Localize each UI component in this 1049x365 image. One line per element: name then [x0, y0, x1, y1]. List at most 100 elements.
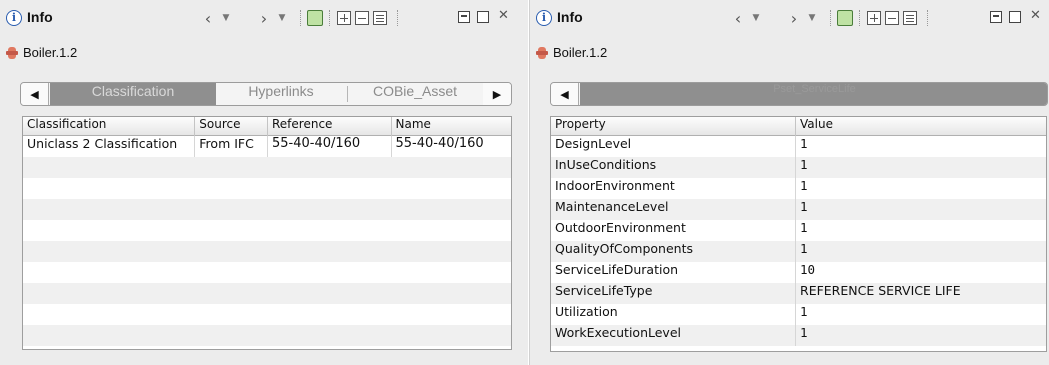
empty-row — [23, 283, 511, 304]
property-value: 1 — [800, 199, 808, 214]
breadcrumb: Boiler.1.2 — [536, 45, 607, 60]
info-panel-right: i Info ‹ ▼ › ▼ ✕ Boiler.1.2 ◀ Pset_Servi… — [530, 0, 1049, 365]
info-views: i Info ‹ ▼ › ▼ ✕ Boiler.1.2 ◀ Classifica… — [0, 0, 1049, 365]
table-row[interactable]: DesignLevel 1 — [551, 136, 1046, 157]
link-with-selection-icon[interactable] — [307, 10, 323, 26]
forward-dropdown-icon[interactable]: ▼ — [806, 8, 818, 28]
empty-row — [23, 262, 511, 283]
property-value: 1 — [800, 304, 808, 319]
panel-titlebar: i Info ‹ ▼ › ▼ ✕ — [0, 0, 528, 36]
property-value: REFERENCE SERVICE LIFE — [800, 283, 961, 298]
list-view-icon[interactable] — [373, 11, 387, 25]
tab-scroll-left-button[interactable]: ◀ — [21, 83, 49, 105]
property-name: OutdoorEnvironment — [551, 220, 797, 241]
table-row[interactable]: Uniclass 2 Classification From IFC 55-40… — [23, 136, 511, 157]
table-row[interactable]: MaintenanceLevel 1 — [551, 199, 1046, 220]
empty-row — [23, 325, 511, 346]
close-icon[interactable]: ✕ — [498, 8, 509, 23]
panel-title: Info — [27, 9, 53, 25]
table-cell: From IFC — [195, 136, 268, 157]
property-name: Utilization — [551, 304, 797, 325]
table-row[interactable]: InUseConditions 1 — [551, 157, 1046, 178]
tab-pset-servicelife[interactable]: Pset_ServiceLife — [580, 83, 1047, 105]
toolbar-separator — [859, 10, 860, 26]
property-name: ServiceLifeDuration — [551, 262, 797, 283]
toolbar-separator — [300, 10, 301, 26]
tab-bar: ◀ Classification Hyperlinks COBie_Asset … — [20, 82, 512, 106]
column-header[interactable]: Reference — [268, 117, 392, 136]
table-body: DesignLevel 1 InUseConditions 1 IndoorEnvi… — [551, 136, 1046, 346]
property-name: ServiceLifeType — [551, 283, 797, 304]
tab-bar: ◀ Pset_ServiceLife — [550, 82, 1048, 106]
table-row[interactable]: Utilization 1 — [551, 304, 1046, 325]
property-name: WorkExecutionLevel — [551, 325, 797, 346]
property-name: InUseConditions — [551, 157, 797, 178]
column-header[interactable]: Value — [796, 117, 1046, 136]
maximize-icon[interactable] — [1009, 11, 1021, 23]
info-panel-left: i Info ‹ ▼ › ▼ ✕ Boiler.1.2 ◀ Classifica… — [0, 0, 528, 365]
expand-all-icon[interactable] — [867, 11, 881, 25]
panel-titlebar: i Info ‹ ▼ › ▼ ✕ — [530, 0, 1049, 36]
empty-row — [23, 304, 511, 325]
info-icon: i — [6, 10, 22, 26]
tab-scroll-right-button[interactable]: ▶ — [483, 83, 511, 105]
chevron-right-icon[interactable]: › — [256, 8, 272, 28]
classification-table: Classification Source Reference Name Uni… — [22, 116, 512, 350]
list-view-icon[interactable] — [903, 11, 917, 25]
info-icon: i — [536, 10, 552, 26]
table-cell: 55-40-40/160 — [268, 136, 392, 157]
close-icon[interactable]: ✕ — [1030, 8, 1041, 23]
toolbar-separator — [329, 10, 330, 26]
table-row[interactable]: ServiceLifeDuration 10 — [551, 262, 1046, 283]
table-cell: 55-40-40/160 — [395, 136, 484, 151]
minimize-icon[interactable] — [458, 11, 470, 23]
tab-hyperlinks[interactable]: Hyperlinks — [216, 83, 346, 105]
table-cell: Uniclass 2 Classification — [23, 136, 196, 157]
property-value: 1 — [800, 178, 808, 193]
back-dropdown-icon[interactable]: ▼ — [220, 8, 232, 28]
forward-dropdown-icon[interactable]: ▼ — [276, 8, 288, 28]
empty-row — [23, 178, 511, 199]
chevron-left-icon[interactable]: ‹ — [730, 8, 746, 28]
property-value: 1 — [800, 241, 808, 256]
empty-row — [23, 199, 511, 220]
property-value: 1 — [800, 220, 808, 235]
column-header[interactable]: Name — [392, 117, 512, 136]
breadcrumb-label: Boiler.1.2 — [23, 45, 78, 60]
property-name: QualityOfComponents — [551, 241, 797, 262]
collapse-all-icon[interactable] — [885, 11, 899, 25]
column-header[interactable]: Source — [195, 117, 268, 136]
table-row[interactable]: WorkExecutionLevel 1 — [551, 325, 1046, 346]
expand-all-icon[interactable] — [337, 11, 351, 25]
property-table: Property Value DesignLevel 1 InUseConditi… — [550, 116, 1047, 352]
table-body: Uniclass 2 Classification From IFC 55-40… — [23, 136, 511, 346]
chevron-right-icon[interactable]: › — [786, 8, 802, 28]
collapse-all-icon[interactable] — [355, 11, 369, 25]
empty-row — [23, 157, 511, 178]
empty-row — [23, 241, 511, 262]
toolbar-separator — [397, 10, 398, 26]
tab-classification[interactable]: Classification — [50, 83, 216, 105]
boiler-icon — [536, 46, 548, 59]
link-with-selection-icon[interactable] — [837, 10, 853, 26]
table-row[interactable]: ServiceLifeType REFERENCE SERVICE LIFE — [551, 283, 1046, 304]
property-value: 1 — [800, 325, 808, 340]
table-row[interactable]: QualityOfComponents 1 — [551, 241, 1046, 262]
table-row[interactable]: IndoorEnvironment 1 — [551, 178, 1046, 199]
table-header: Property Value — [551, 117, 1046, 136]
panel-title: Info — [557, 9, 583, 25]
chevron-left-icon[interactable]: ‹ — [200, 8, 216, 28]
minimize-icon[interactable] — [990, 11, 1002, 23]
property-name: MaintenanceLevel — [551, 199, 797, 220]
tab-scroll-left-button[interactable]: ◀ — [551, 83, 579, 105]
tab-cobie-asset[interactable]: COBie_Asset — [348, 83, 482, 105]
column-header[interactable]: Property — [551, 117, 797, 136]
table-row[interactable]: OutdoorEnvironment 1 — [551, 220, 1046, 241]
breadcrumb: Boiler.1.2 — [6, 45, 77, 60]
toolbar-separator — [927, 10, 928, 26]
property-value: 10 — [800, 262, 816, 277]
column-header[interactable]: Classification — [23, 117, 196, 136]
breadcrumb-label: Boiler.1.2 — [553, 45, 608, 60]
back-dropdown-icon[interactable]: ▼ — [750, 8, 762, 28]
maximize-icon[interactable] — [477, 11, 489, 23]
